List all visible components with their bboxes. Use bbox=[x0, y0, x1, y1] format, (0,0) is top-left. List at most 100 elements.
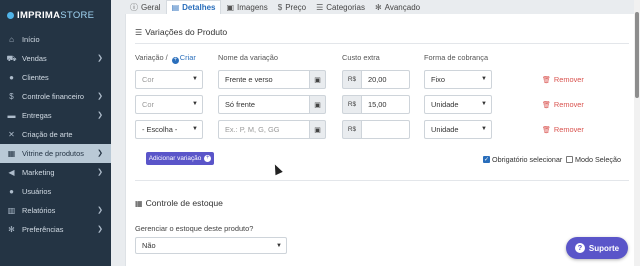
chevron-right-icon: ❯ bbox=[97, 150, 103, 157]
add-variation-label: Adicionar variação bbox=[148, 155, 202, 162]
selection-mode-checkbox[interactable]: Modo Seleção bbox=[566, 155, 621, 164]
billing-method-value: Unidade bbox=[431, 100, 459, 109]
money-icon: $ bbox=[9, 91, 14, 101]
sidebar-item-3[interactable]: $ Controle financeiro ❯ bbox=[0, 87, 111, 106]
sidebar-item-6[interactable]: ▦ Vitrine de produtos ❯ bbox=[0, 144, 111, 163]
tab-label: Imagens bbox=[237, 2, 268, 12]
sidebar-item-label: Marketing bbox=[22, 168, 55, 177]
extra-cost-input[interactable]: 20,00 bbox=[361, 70, 410, 89]
tab-5[interactable]: ✻ Avançado bbox=[370, 0, 425, 14]
sidebar-item-7[interactable]: ◀ Marketing ❯ bbox=[0, 163, 111, 182]
extra-cost-input[interactable] bbox=[361, 120, 410, 139]
tab-0[interactable]: ⓘ Geral bbox=[125, 0, 166, 14]
image-icon[interactable]: ▣ bbox=[310, 95, 326, 114]
remove-variation-button[interactable]: 🗑 Remover bbox=[542, 125, 584, 134]
tab-1[interactable]: ▤ Detalhes bbox=[165, 0, 222, 14]
col-label-nome: Nome da variação bbox=[218, 53, 278, 62]
variation-name-input[interactable]: Ex.: P, M, G, GG bbox=[218, 120, 310, 139]
billing-method-select[interactable]: Unidade ▼ bbox=[424, 95, 492, 114]
support-button[interactable]: ? Suporte bbox=[566, 237, 628, 259]
tab-2[interactable]: ▣ Imagens bbox=[221, 0, 272, 14]
required-checkbox[interactable]: ✓ Obrigatório selecionar bbox=[483, 155, 562, 164]
file-icon: ▤ bbox=[171, 3, 180, 12]
sidebar-item-10[interactable]: ✻ Preferências ❯ bbox=[0, 220, 111, 239]
main-content: ⓘ Geral ▤ Detalhes ▣ Imagens $ Preço ☰ Categorias… bbox=[111, 0, 640, 266]
sidebar-item-1[interactable]: ⛟ Vendas ❯ bbox=[0, 49, 111, 68]
tab-label: Geral bbox=[141, 2, 161, 12]
add-variation-button[interactable]: Adicionar variação + bbox=[146, 152, 214, 165]
remove-label: Remover bbox=[553, 125, 584, 134]
criar-link[interactable]: Criar bbox=[180, 53, 196, 62]
sidebar-item-label: Clientes bbox=[22, 73, 49, 82]
stock-question-label: Gerenciar o estoque deste produto? bbox=[135, 224, 254, 233]
sidebar-item-8[interactable]: ● Usuários bbox=[0, 182, 111, 201]
plus-circle-icon: + bbox=[204, 155, 212, 162]
sidebar-item-9[interactable]: ▥ Relatórios ❯ bbox=[0, 201, 111, 220]
stock-title-text: Controle de estoque bbox=[145, 198, 223, 208]
sidebar-item-4[interactable]: ▬ Entregas ❯ bbox=[0, 106, 111, 125]
chevron-down-icon: ▼ bbox=[276, 243, 282, 249]
sidebar-item-0[interactable]: ⌂ Início bbox=[0, 30, 111, 49]
currency-addon: R$ bbox=[342, 70, 361, 89]
remove-label: Remover bbox=[553, 75, 584, 84]
stock-title: ▦ Controle de estoque bbox=[135, 198, 223, 208]
variation-name-input[interactable]: Frente e verso bbox=[218, 70, 310, 89]
chevron-down-icon: ▼ bbox=[192, 101, 198, 107]
dollar-icon: $ bbox=[277, 2, 283, 12]
sidebar-item-label: Início bbox=[22, 35, 40, 44]
sidebar-item-5[interactable]: ✕ Criação de arte bbox=[0, 125, 111, 144]
chevron-right-icon: ❯ bbox=[97, 169, 103, 176]
image-icon[interactable]: ▣ bbox=[310, 70, 326, 89]
image-icon[interactable]: ▣ bbox=[310, 120, 326, 139]
variation-type-select[interactable]: Cor ▼ bbox=[135, 95, 203, 114]
selection-mode-label: Modo Seleção bbox=[575, 155, 621, 164]
gears-icon: ✻ bbox=[8, 224, 15, 234]
info-icon: ⓘ bbox=[130, 2, 138, 12]
variation-type-value: - Escolha - bbox=[142, 125, 178, 134]
chart-icon: ▥ bbox=[7, 205, 16, 215]
tab-3[interactable]: $ Preço bbox=[273, 0, 311, 14]
section-divider bbox=[135, 43, 629, 44]
megaphone-icon: ◀ bbox=[8, 167, 15, 177]
currency-addon: R$ bbox=[342, 95, 361, 114]
variations-title: ☰ Variações do Produto bbox=[135, 27, 227, 37]
chevron-down-icon: ▼ bbox=[192, 76, 198, 82]
variation-type-select[interactable]: Cor ▼ bbox=[135, 70, 203, 89]
sidebar-item-label: Usuários bbox=[22, 187, 52, 196]
tab-4[interactable]: ☰ Categorias bbox=[311, 0, 370, 14]
extra-cost-input[interactable]: 15,00 bbox=[361, 95, 410, 114]
variation-type-value: Cor bbox=[142, 75, 154, 84]
billing-method-select[interactable]: Unidade ▼ bbox=[424, 120, 492, 139]
col-variacao-text: Variação / bbox=[135, 53, 168, 62]
sidebar-item-2[interactable]: ● Clientes bbox=[0, 68, 111, 87]
chevron-right-icon: ❯ bbox=[97, 207, 103, 214]
remove-variation-button[interactable]: 🗑 Remover bbox=[542, 100, 584, 109]
variation-type-select[interactable]: - Escolha - ▼ bbox=[135, 120, 203, 139]
billing-method-value: Fixo bbox=[431, 75, 445, 84]
chevron-down-icon: ▼ bbox=[481, 126, 487, 132]
logo-sub-text: STORE bbox=[60, 9, 95, 21]
variation-name-input[interactable]: Só frente bbox=[218, 95, 310, 114]
plus-circle-icon[interactable]: + bbox=[171, 57, 179, 64]
variation-type-value: Cor bbox=[142, 100, 154, 109]
remove-variation-button[interactable]: 🗑 Remover bbox=[542, 75, 584, 84]
sidebar-item-label: Vitrine de produtos bbox=[22, 149, 84, 158]
question-icon: ? bbox=[574, 243, 585, 253]
sidebar-item-label: Criação de arte bbox=[22, 130, 73, 139]
cogs-icon: ✻ bbox=[374, 2, 382, 12]
checkbox-box[interactable] bbox=[566, 156, 573, 163]
scrollbar-thumb[interactable] bbox=[635, 12, 639, 98]
sidebar-item-label: Controle financeiro bbox=[22, 92, 85, 101]
chevron-down-icon: ▼ bbox=[481, 101, 487, 107]
variations-title-text: Variações do Produto bbox=[145, 27, 228, 37]
trash-icon: 🗑 bbox=[542, 76, 551, 84]
page-scrollbar[interactable] bbox=[634, 0, 640, 266]
stock-select[interactable]: Não ▼ bbox=[135, 237, 287, 254]
checkbox-box[interactable]: ✓ bbox=[483, 156, 490, 163]
billing-method-select[interactable]: Fixo ▼ bbox=[424, 70, 492, 89]
col-label-variacao: Variação / + Criar bbox=[135, 53, 196, 64]
tab-label: Detalhes bbox=[182, 3, 216, 12]
app-logo[interactable]: IMPRIMA STORE bbox=[0, 0, 111, 30]
store-icon: ▦ bbox=[7, 148, 16, 158]
sidebar-item-label: Vendas bbox=[22, 54, 47, 63]
